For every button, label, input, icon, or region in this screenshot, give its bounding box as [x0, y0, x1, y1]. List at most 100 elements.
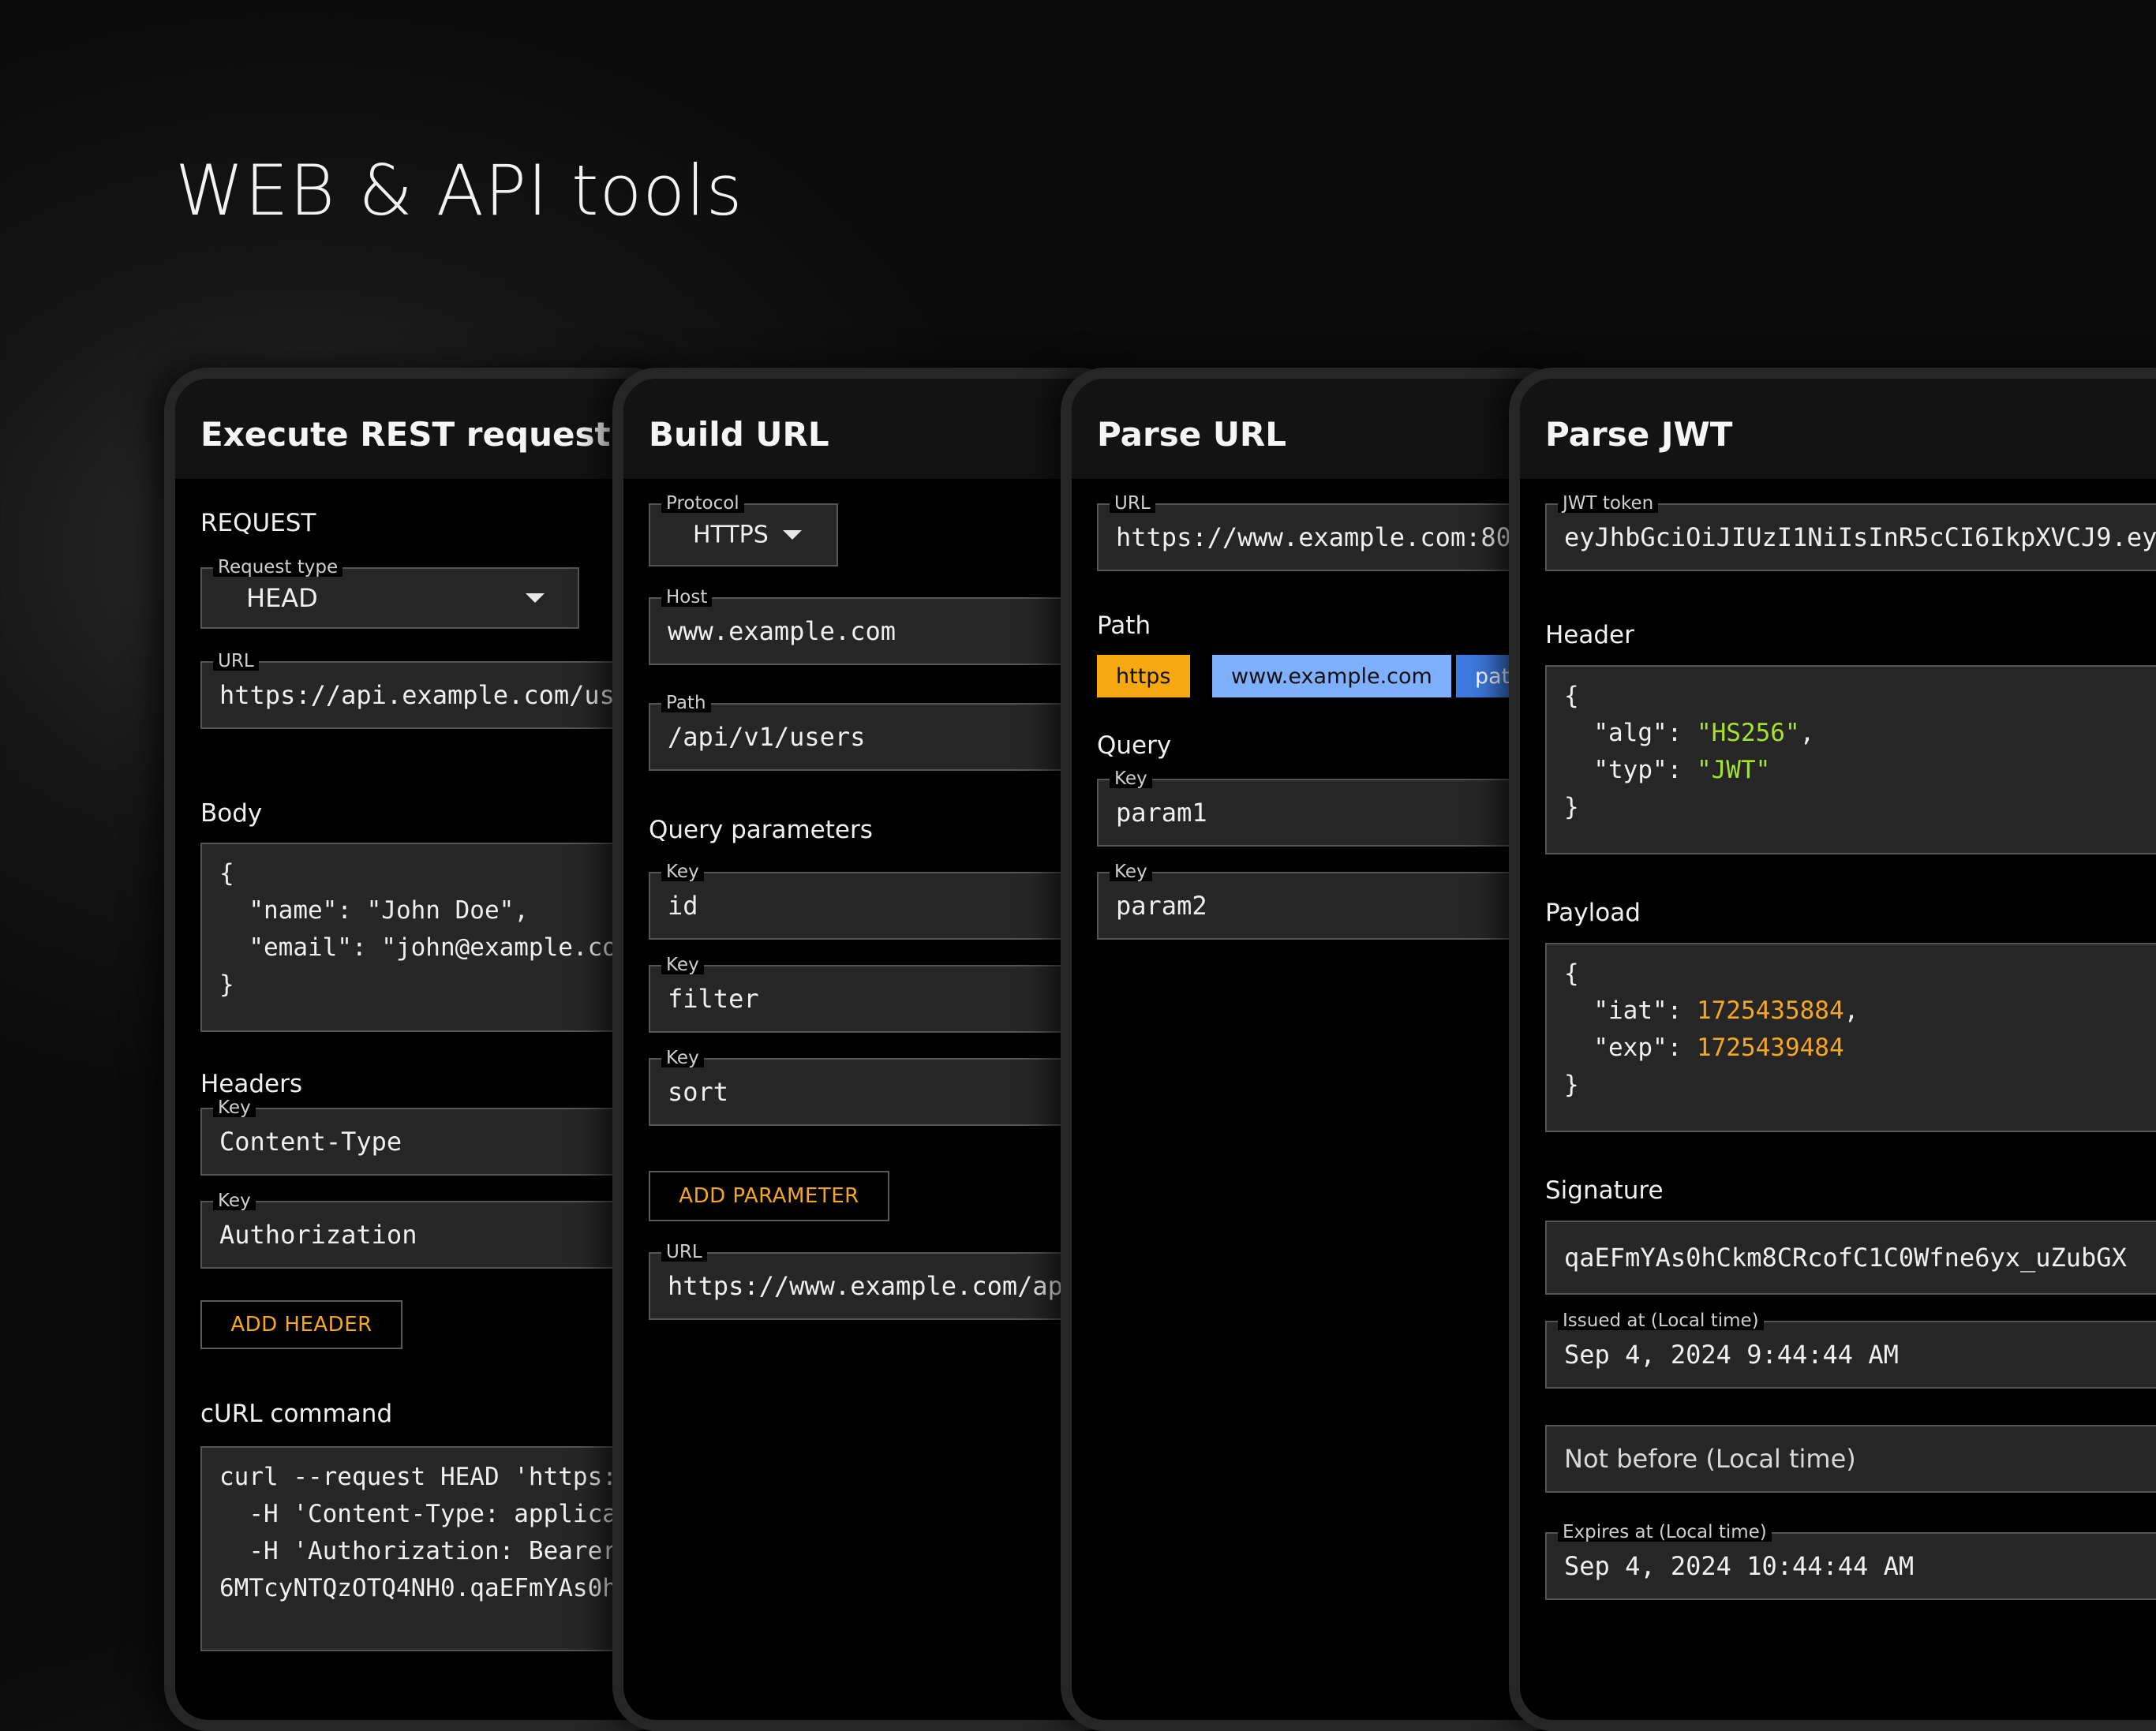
- curl-command-box[interactable]: curl --request HEAD 'https://api.example…: [200, 1446, 664, 1651]
- param-key-input[interactable]: Key filter: [649, 955, 1113, 1033]
- key-label: Key: [661, 955, 704, 974]
- jwt-token-input[interactable]: JWT token eyJhbGciOiJIUzI1NiIsInR5cCI6Ik…: [1545, 494, 2156, 571]
- header-key-input[interactable]: Key Content-Type: [200, 1098, 664, 1176]
- built-url-value: https://www.example.com/api/v1/users?id&…: [668, 1271, 1113, 1301]
- host-label: Host: [661, 588, 713, 607]
- header-key-value: Content-Type: [219, 1127, 402, 1157]
- curl-line: -H 'Authorization: Bearer eyJhbGciOiJIUz…: [249, 1537, 664, 1565]
- phone-parse-jwt: Parse JWT JWT token eyJhbGciOiJIUzI1NiIs…: [1509, 368, 2156, 1731]
- query-key-value: param2: [1116, 891, 1207, 921]
- headers-section-label: Headers: [200, 1070, 303, 1098]
- phone-build-url: Build URL Protocol HTTPS Host www.exampl…: [612, 368, 1124, 1731]
- path-section-label: Path: [1097, 611, 1151, 640]
- parse-url-value: https://www.example.com:8080/path: [1116, 522, 1572, 552]
- host-input[interactable]: Host www.example.com: [649, 588, 1113, 665]
- jwt-signature-label: Signature: [1545, 1176, 1664, 1205]
- json-string-value: "HS256": [1696, 719, 1800, 747]
- request-type-value: HEAD: [246, 583, 318, 613]
- param-key-input[interactable]: Key sort: [649, 1049, 1113, 1126]
- query-key-value: param1: [1116, 798, 1207, 828]
- issued-at-label: Issued at (Local time): [1558, 1311, 1764, 1330]
- url-value: https://api.example.com/users: [219, 680, 661, 710]
- curl-section-label: cURL command: [200, 1400, 393, 1428]
- json-string-value: "JWT": [1696, 756, 1771, 784]
- jwt-token-label: JWT token: [1558, 494, 1659, 513]
- body-section-label: Body: [200, 799, 263, 828]
- key-label: Key: [661, 1049, 704, 1067]
- url-label: URL: [213, 652, 259, 671]
- body-line: "email": "john@example.com": [219, 933, 647, 962]
- not-before-field[interactable]: Not before (Local time): [1545, 1425, 2156, 1493]
- add-parameter-button[interactable]: ADD PARAMETER: [649, 1171, 889, 1221]
- json-key: "typ": [1593, 756, 1668, 784]
- key-label: Key: [661, 862, 704, 881]
- url-part-chip: www.example.com: [1212, 655, 1451, 697]
- chip-text: https: [1116, 664, 1171, 689]
- key-label: Key: [1110, 862, 1152, 881]
- curl-line: -H 'Content-Type: application/json': [249, 1500, 664, 1528]
- body-line: }: [219, 970, 234, 999]
- protocol-select[interactable]: Protocol HTTPS: [649, 494, 838, 566]
- rest-title: Execute REST request: [200, 415, 611, 454]
- built-url-output[interactable]: URL https://www.example.com/api/v1/users…: [649, 1243, 1113, 1320]
- param-key-value: sort: [668, 1077, 729, 1107]
- request-type-select[interactable]: Request type HEAD: [200, 558, 579, 629]
- path-input[interactable]: Path /api/v1/users: [649, 694, 1113, 771]
- chevron-down-icon: [526, 593, 545, 603]
- expires-at-field[interactable]: Expires at (Local time) Sep 4, 2024 10:4…: [1545, 1523, 2156, 1600]
- add-header-button[interactable]: ADD HEADER: [200, 1300, 402, 1349]
- issued-at-field[interactable]: Issued at (Local time) Sep 4, 2024 9:44:…: [1545, 1311, 2156, 1389]
- url-input[interactable]: URL https://api.example.com/users: [200, 652, 664, 729]
- request-type-label: Request type: [213, 558, 343, 577]
- jwt-header-json: { "alg": "HS256", "typ": "JWT"}: [1545, 665, 2156, 854]
- json-number-value: 1725439484: [1696, 1034, 1844, 1062]
- phone-rest-request: Execute REST request REQUEST Request typ…: [164, 368, 676, 1731]
- json-key: "exp": [1593, 1034, 1668, 1062]
- not-before-placeholder: Not before (Local time): [1564, 1444, 1856, 1474]
- host-value: www.example.com: [668, 616, 896, 646]
- jwt-payload-label: Payload: [1545, 899, 1641, 927]
- protocol-value: HTTPS: [693, 521, 769, 549]
- key-label: Key: [1110, 769, 1152, 788]
- jwt-signature-field[interactable]: qaEFmYAs0hCkm8CRcofC1C0Wfne6yx_uZubGX: [1545, 1221, 2156, 1295]
- jwt-header-label: Header: [1545, 621, 1634, 649]
- page-title: WEB & API tools: [175, 150, 743, 231]
- expires-at-value: Sep 4, 2024 10:44:44 AM: [1564, 1551, 1915, 1581]
- jwt-token-value: eyJhbGciOiJIUzI1NiIsInR5cCI6IkpXVCJ9.eyJ…: [1564, 522, 2156, 552]
- json-key: "alg": [1593, 719, 1668, 747]
- body-line: {: [219, 859, 234, 888]
- param-key-value: filter: [668, 984, 759, 1014]
- rest-header: Execute REST request: [175, 379, 664, 479]
- request-section-label: REQUEST: [200, 509, 316, 537]
- curl-line: 6MTcyNTQzOTQ4NH0.qaEFmYAs0hCkm8CRcofC1C0…: [219, 1574, 664, 1602]
- url-label: URL: [1110, 494, 1155, 513]
- param-key-input[interactable]: Key id: [649, 862, 1113, 940]
- param-key-value: id: [668, 891, 698, 921]
- query-params-label: Query parameters: [649, 816, 873, 844]
- jwt-title: Parse JWT: [1545, 415, 1733, 454]
- jwt-signature-value: qaEFmYAs0hCkm8CRcofC1C0Wfne6yx_uZubGX: [1564, 1243, 2127, 1273]
- body-editor[interactable]: { "name": "John Doe", "email": "john@exa…: [200, 843, 664, 1032]
- key-label: Key: [213, 1191, 256, 1210]
- chevron-down-icon: [783, 530, 802, 540]
- url-label: URL: [661, 1243, 707, 1262]
- parse-url-title: Parse URL: [1097, 415, 1287, 454]
- json-number-value: 1725435884: [1696, 996, 1844, 1025]
- jwt-payload-json: { "iat": 1725435884, "exp": 1725439484}: [1545, 943, 2156, 1132]
- chip-text: www.example.com: [1231, 664, 1432, 689]
- header-key-input[interactable]: Key Authorization: [200, 1191, 664, 1269]
- path-label: Path: [661, 694, 711, 712]
- query-key-input[interactable]: Key param2: [1097, 862, 1561, 940]
- curl-line: curl --request HEAD 'https://api.example…: [219, 1463, 664, 1491]
- parse-url-input[interactable]: URL https://www.example.com:8080/path: [1097, 494, 1572, 571]
- parse-url-header: Parse URL: [1072, 379, 1561, 479]
- phone-parse-url: Parse URL URL https://www.example.com:80…: [1061, 368, 1572, 1731]
- key-label: Key: [213, 1098, 256, 1117]
- expires-at-label: Expires at (Local time): [1558, 1523, 1772, 1542]
- issued-at-value: Sep 4, 2024 9:44:44 AM: [1564, 1340, 1899, 1370]
- protocol-label: Protocol: [661, 494, 744, 513]
- query-section-label: Query: [1097, 731, 1172, 760]
- query-key-input[interactable]: Key param1: [1097, 769, 1561, 847]
- url-part-chip: https: [1097, 655, 1190, 697]
- json-key: "iat": [1593, 996, 1668, 1025]
